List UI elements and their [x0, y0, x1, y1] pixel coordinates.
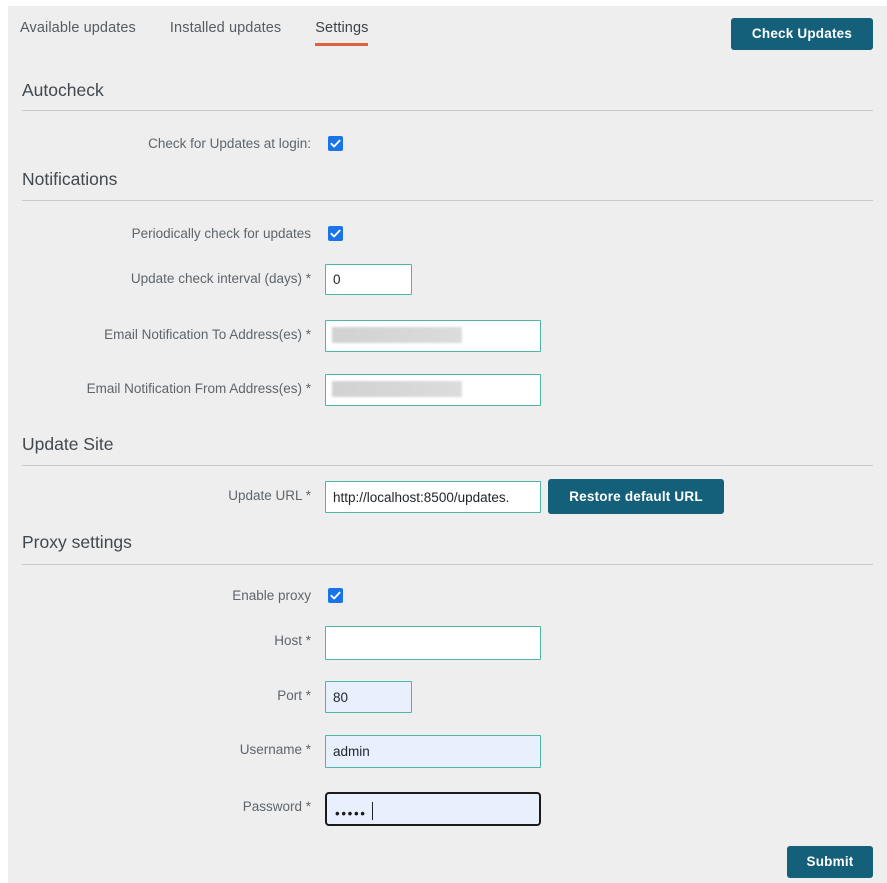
label-port: Port * [277, 688, 311, 703]
checkbox-check-at-login[interactable] [328, 136, 343, 151]
label-update-interval: Update check interval (days) * [130, 271, 311, 286]
label-username: Username * [239, 742, 311, 757]
update-interval-input[interactable] [325, 264, 412, 295]
check-updates-button[interactable]: Check Updates [731, 18, 873, 50]
settings-page: Available updates Installed updates Sett… [8, 6, 887, 883]
submit-button[interactable]: Submit [787, 846, 873, 878]
tab-available-updates[interactable]: Available updates [20, 20, 136, 46]
label-check-at-login: Check for Updates at login: [148, 136, 311, 151]
restore-default-url-button[interactable]: Restore default URL [548, 479, 724, 514]
section-divider-update-site [22, 465, 873, 466]
text-caret [372, 802, 373, 820]
tab-installed-updates[interactable]: Installed updates [170, 20, 281, 46]
port-input[interactable] [325, 681, 412, 713]
label-periodic-check: Periodically check for updates [131, 226, 311, 241]
section-title-update-site: Update Site [22, 434, 114, 454]
label-password: Password * [242, 799, 311, 814]
tab-settings[interactable]: Settings [315, 20, 369, 46]
password-masked-value: ••••• [335, 806, 367, 821]
username-input[interactable] [325, 735, 541, 768]
tab-list: Available updates Installed updates Sett… [20, 20, 402, 46]
label-email-from: Email Notification From Address(es) * [86, 381, 311, 396]
label-host: Host * [274, 633, 311, 648]
label-enable-proxy: Enable proxy [232, 588, 311, 603]
section-divider-notifications [22, 200, 873, 201]
redaction-overlay-email-from [332, 381, 462, 397]
section-divider-proxy [22, 564, 873, 565]
password-input[interactable]: ••••• [325, 792, 541, 826]
update-url-input[interactable] [325, 481, 541, 513]
tab-bar: Available updates Installed updates Sett… [8, 6, 887, 54]
section-title-notifications: Notifications [22, 169, 118, 189]
section-divider-autocheck [22, 110, 873, 111]
section-title-autocheck: Autocheck [22, 80, 104, 100]
host-input[interactable] [325, 626, 541, 660]
label-email-to: Email Notification To Address(es) * [104, 327, 311, 342]
label-update-url: Update URL * [228, 488, 311, 503]
redaction-overlay-email-to [332, 327, 462, 343]
section-title-proxy: Proxy settings [22, 532, 132, 552]
checkbox-enable-proxy[interactable] [328, 588, 343, 603]
checkbox-periodic-check[interactable] [328, 226, 343, 241]
